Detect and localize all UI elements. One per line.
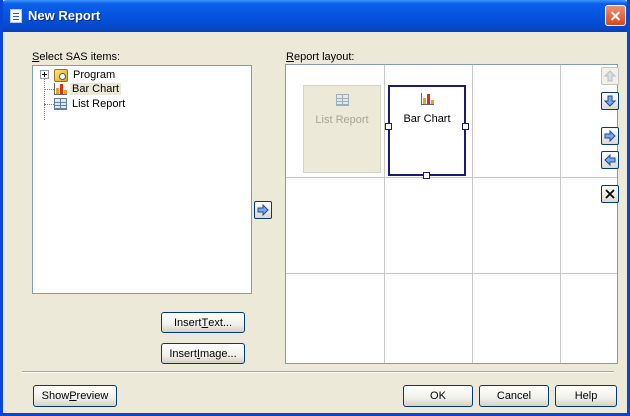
grid-line bbox=[384, 65, 385, 363]
program-icon bbox=[54, 68, 68, 82]
bar-chart-icon bbox=[54, 83, 67, 95]
resize-handle-right[interactable] bbox=[462, 123, 469, 130]
arrow-down-icon bbox=[604, 95, 616, 107]
move-down-button[interactable] bbox=[601, 92, 619, 110]
select-sas-items-label: Select SAS items: bbox=[32, 51, 121, 63]
arrow-left-icon bbox=[604, 154, 616, 166]
layout-cell-label: Bar Chart bbox=[403, 113, 451, 125]
title-bar: New Report bbox=[3, 0, 627, 32]
move-right-button[interactable] bbox=[601, 127, 619, 145]
report-icon bbox=[10, 9, 22, 23]
dialog-title: New Report bbox=[28, 8, 101, 23]
add-to-layout-button[interactable] bbox=[254, 201, 272, 219]
tree-item-label: Bar Chart bbox=[70, 83, 122, 95]
move-up-button[interactable] bbox=[601, 67, 619, 85]
close-icon[interactable] bbox=[605, 5, 626, 26]
grid-line bbox=[472, 65, 473, 363]
tree-item-program[interactable]: Program bbox=[54, 68, 117, 82]
tree-item-bar-chart[interactable]: Bar Chart bbox=[54, 82, 122, 96]
ok-button[interactable]: OK bbox=[403, 385, 473, 407]
tree-connector bbox=[44, 75, 45, 120]
tree-connector bbox=[44, 89, 54, 90]
sas-items-tree[interactable]: Program Bar Chart List Report bbox=[32, 65, 252, 294]
layout-cell-label: List Report bbox=[315, 114, 369, 126]
bar-chart-icon bbox=[420, 93, 434, 105]
delete-x-icon bbox=[605, 189, 615, 199]
arrow-up-icon bbox=[604, 70, 616, 82]
grid-line bbox=[286, 177, 617, 178]
list-report-icon bbox=[54, 98, 67, 110]
insert-image-button[interactable]: Insert Image... bbox=[161, 343, 245, 364]
show-preview-button[interactable]: Show Preview bbox=[33, 385, 117, 407]
help-button[interactable]: Help bbox=[555, 385, 617, 407]
list-report-icon bbox=[335, 94, 349, 106]
move-left-button[interactable] bbox=[601, 151, 619, 169]
tree-item-label: List Report bbox=[72, 98, 126, 110]
layout-cell-bar-chart[interactable]: Bar Chart bbox=[385, 85, 469, 179]
footer-divider bbox=[22, 371, 614, 373]
resize-handle-bottom[interactable] bbox=[423, 172, 430, 179]
cancel-button[interactable]: Cancel bbox=[479, 385, 549, 407]
grid-line bbox=[286, 273, 617, 274]
arrow-right-icon bbox=[257, 204, 269, 216]
grid-line bbox=[560, 65, 561, 363]
tree-item-list-report[interactable]: List Report bbox=[54, 97, 127, 111]
resize-handle-left[interactable] bbox=[385, 123, 392, 130]
insert-text-button[interactable]: Insert Text... bbox=[161, 312, 245, 333]
layout-cell-list-report[interactable]: List Report bbox=[303, 85, 381, 173]
new-report-dialog: New Report Select SAS items: Program Bar… bbox=[0, 0, 630, 416]
arrow-right-icon bbox=[604, 130, 616, 142]
report-layout-grid[interactable]: List Report Bar Chart bbox=[285, 64, 618, 364]
remove-item-button[interactable] bbox=[601, 185, 619, 203]
expand-program-icon[interactable] bbox=[40, 70, 49, 79]
report-layout-label: Report layout: bbox=[286, 51, 355, 63]
tree-connector bbox=[44, 104, 54, 105]
tree-item-label: Program bbox=[73, 69, 116, 81]
